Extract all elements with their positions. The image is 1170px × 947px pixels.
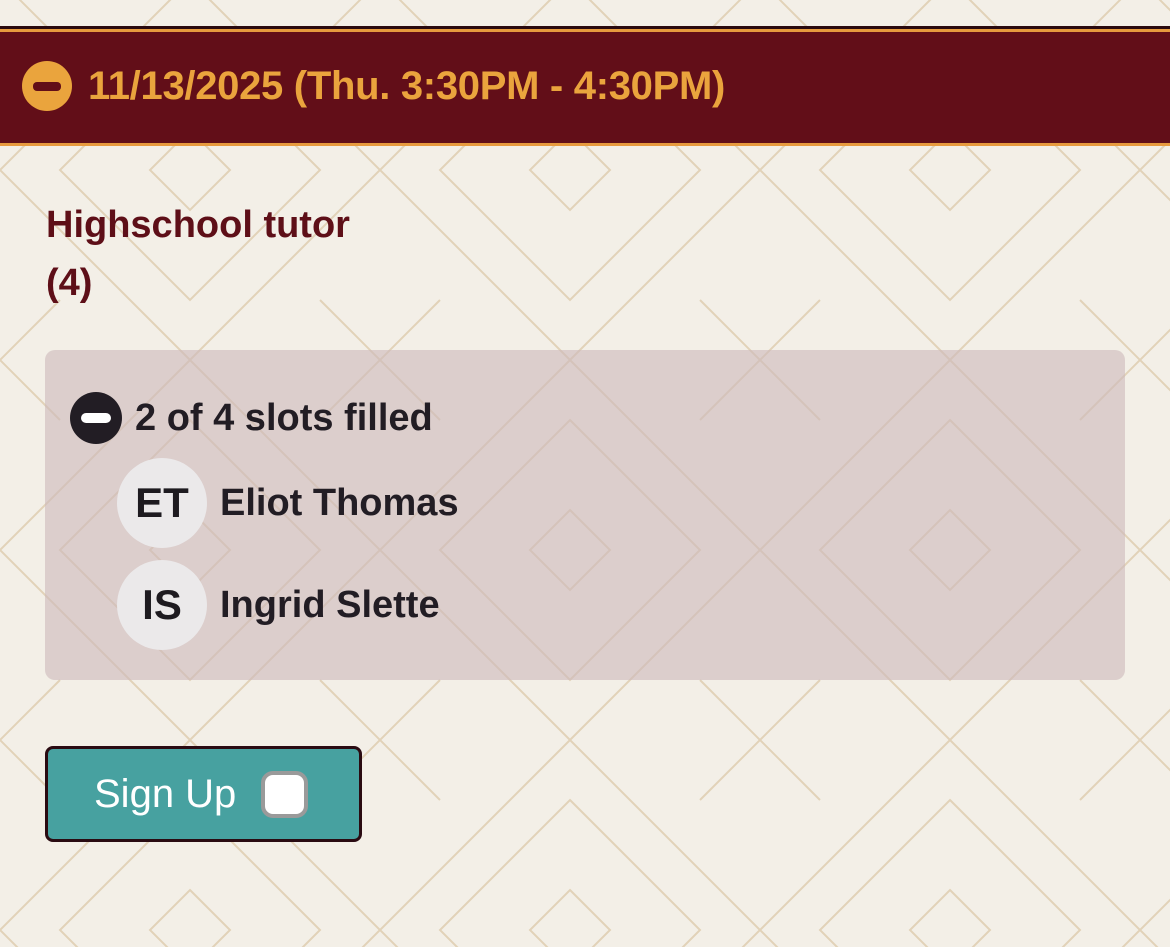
date-header-title: 11/13/2025 (Thu. 3:30PM - 4:30PM) [88,63,726,108]
sign-up-checkbox[interactable] [261,770,309,818]
date-header[interactable]: 11/13/2025 (Thu. 3:30PM - 4:30PM) [0,26,1170,146]
avatar: IS [117,560,207,650]
collapse-minus-icon[interactable] [70,392,122,444]
page: 11/13/2025 (Thu. 3:30PM - 4:30PM) Highsc… [0,0,1170,947]
slot-title-count: (4) [46,262,93,304]
slots-header[interactable]: 2 of 4 slots filled [70,392,433,444]
person-row: ET Eliot Thomas [117,458,459,548]
person-row: IS Ingrid Slette [117,560,440,650]
sign-up-button[interactable]: Sign Up [45,746,362,842]
person-name: Ingrid Slette [220,583,440,626]
collapse-minus-icon[interactable] [22,61,72,111]
slot-title-name: Highschool tutor [46,204,350,246]
avatar: ET [117,458,207,548]
slots-filled-count: 2 of 4 slots filled [135,396,433,439]
person-name: Eliot Thomas [220,481,459,524]
sign-up-label: Sign Up [94,771,237,816]
slot-title: Highschool tutor (4) [46,196,350,312]
slots-panel: 2 of 4 slots filled ET Eliot Thomas IS I… [45,350,1125,680]
